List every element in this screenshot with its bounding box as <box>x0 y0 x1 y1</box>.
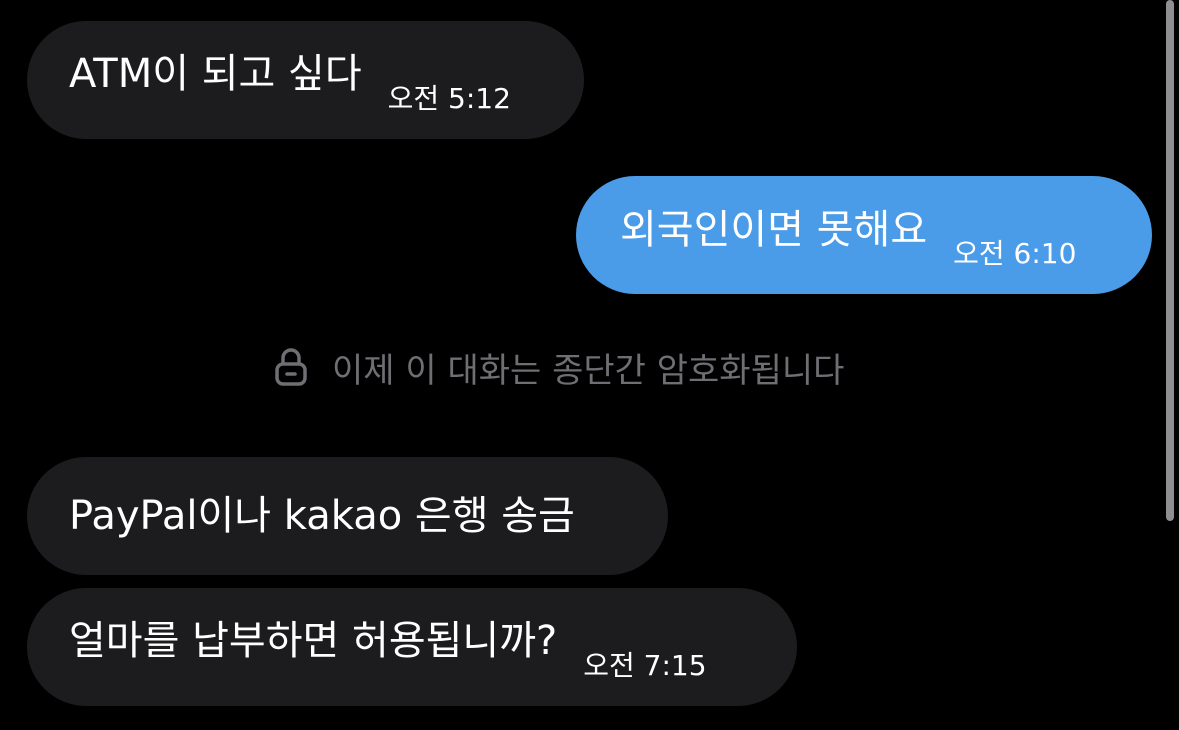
encryption-notice: 이제 이 대화는 종단간 암호화됩니다 <box>274 345 845 391</box>
message-timestamp: 오전 5:12 <box>387 82 511 115</box>
encryption-notice-text: 이제 이 대화는 종단간 암호화됩니다 <box>332 350 845 391</box>
message-bubble-incoming[interactable]: PayPal이나 kakao 은행 송금 <box>27 457 668 575</box>
lock-icon <box>275 348 307 386</box>
message-timestamp: 오전 7:15 <box>583 649 707 682</box>
message-text: 외국인이면 못해요 <box>620 207 928 253</box>
message-bubble-incoming[interactable]: ATM이 되고 싶다 오전 5:12 <box>27 21 584 139</box>
message-bubble-outgoing[interactable]: 외국인이면 못해요 오전 6:10 <box>576 176 1152 294</box>
message-timestamp: 오전 6:10 <box>953 237 1077 270</box>
message-bubble-incoming[interactable]: 얼마를 납부하면 허용됩니까? 오전 7:15 <box>27 588 797 706</box>
message-text: ATM이 되고 싶다 <box>69 51 362 97</box>
scrollbar[interactable] <box>1166 0 1174 521</box>
message-text: PayPal이나 kakao 은행 송금 <box>69 493 575 539</box>
message-text: 얼마를 납부하면 허용됩니까? <box>69 618 558 664</box>
